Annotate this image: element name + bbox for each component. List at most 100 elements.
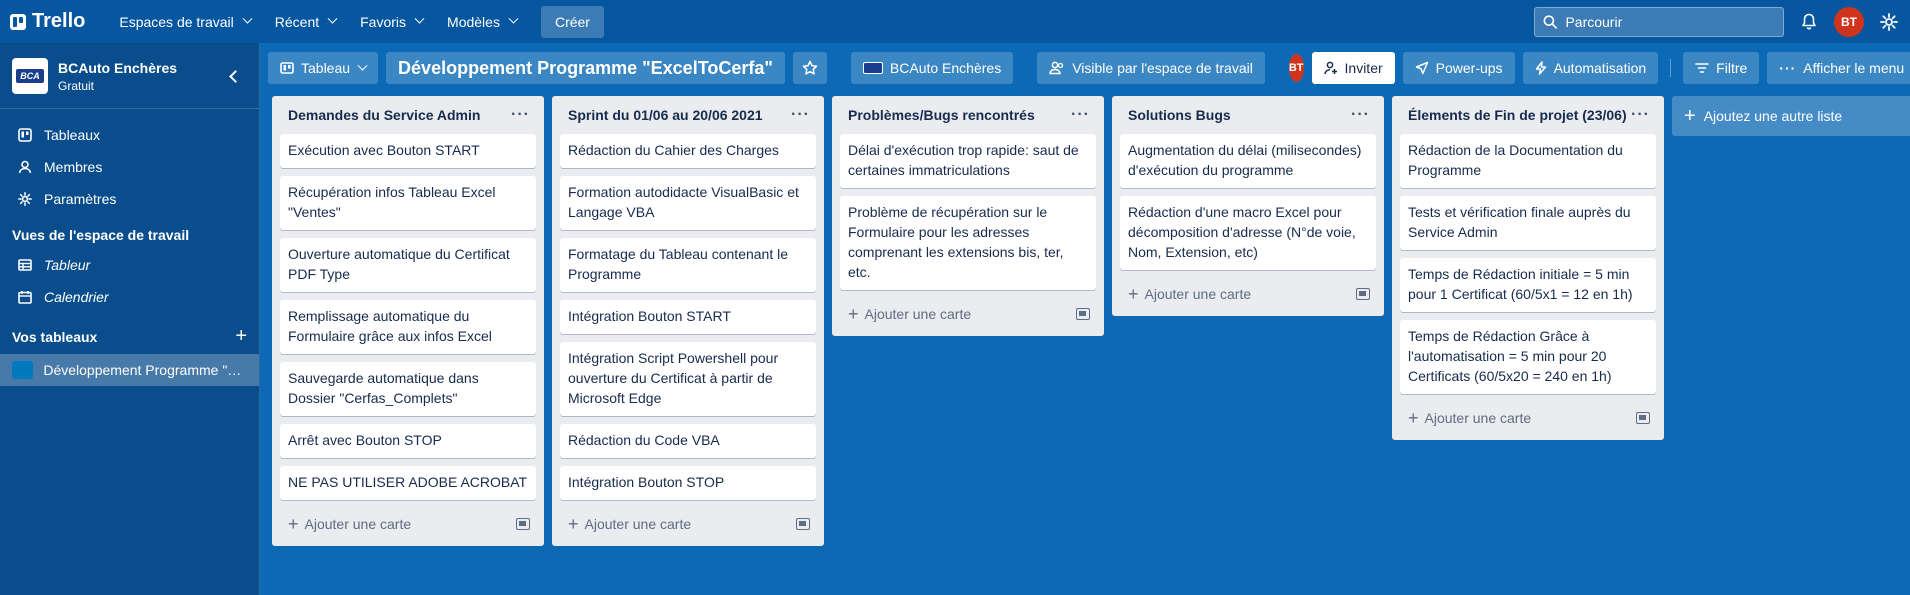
sidebar-item-boards[interactable]: Tableaux xyxy=(0,119,259,151)
card[interactable]: Sauvegarde automatique dans Dossier "Cer… xyxy=(280,362,536,416)
card[interactable]: Temps de Rédaction initiale = 5 min pour… xyxy=(1400,258,1656,312)
list-actions-icon[interactable]: ··· xyxy=(791,106,810,124)
sidebar-item-table-view[interactable]: Tableur xyxy=(0,249,259,281)
card[interactable]: Récupération infos Tableau Excel "Ventes… xyxy=(280,176,536,230)
card[interactable]: Rédaction du Code VBA xyxy=(560,424,816,458)
add-card-button[interactable]: + Ajouter une carte xyxy=(560,508,816,540)
sidebar-item-label: Tableaux xyxy=(44,127,101,143)
invite-label: Inviter xyxy=(1344,60,1383,76)
trello-logo[interactable]: Trello xyxy=(10,10,85,33)
add-card-label: Ajouter une carte xyxy=(584,516,692,532)
list-title[interactable]: Problèmes/Bugs rencontrés xyxy=(848,107,1035,123)
sidebar-board-item[interactable]: Développement Programme "E... xyxy=(0,354,259,386)
invite-button[interactable]: Inviter xyxy=(1311,52,1395,84)
add-card-button[interactable]: + Ajouter une carte xyxy=(280,508,536,540)
board-member-avatar[interactable]: BT xyxy=(1288,54,1304,82)
add-list-button[interactable]: + Ajoutez une autre liste xyxy=(1672,96,1910,136)
workspace-button-label: BCAuto Enchères xyxy=(889,60,1002,76)
add-card-button[interactable]: + Ajouter une carte xyxy=(1400,402,1656,434)
rocket-icon xyxy=(1415,61,1428,75)
powerups-button[interactable]: Power-ups xyxy=(1402,52,1515,84)
card[interactable]: Temps de Rédaction Grâce à l'automatisat… xyxy=(1400,320,1656,394)
list-actions-icon[interactable]: ··· xyxy=(1631,106,1650,124)
board-title[interactable]: Développement Programme "ExcelToCerfa" xyxy=(386,52,785,84)
show-menu-button[interactable]: ··· Afficher le menu xyxy=(1767,52,1910,84)
card[interactable]: Arrêt avec Bouton STOP xyxy=(280,424,536,458)
list-actions-icon[interactable]: ··· xyxy=(1071,106,1090,124)
list-actions-icon[interactable]: ··· xyxy=(511,106,530,124)
nav-favorites[interactable]: Favoris xyxy=(348,6,435,38)
settings-gear-icon[interactable] xyxy=(1878,11,1900,33)
plus-icon: + xyxy=(1128,283,1139,304)
card-template-icon[interactable] xyxy=(516,518,530,530)
workspace-name[interactable]: BCAuto Enchères xyxy=(58,60,177,76)
list-title[interactable]: Élements de Fin de projet (23/06) xyxy=(1408,107,1627,123)
list: Demandes du Service Admin ··· Exécution … xyxy=(272,96,544,546)
sidebar-item-members[interactable]: Membres xyxy=(0,151,259,183)
board-view-icon xyxy=(280,62,294,74)
card[interactable]: Intégration Bouton START xyxy=(560,300,816,334)
card[interactable]: Intégration Bouton STOP xyxy=(560,466,816,500)
card[interactable]: Formatage du Tableau contenant le Progra… xyxy=(560,238,816,292)
star-board-button[interactable] xyxy=(792,52,827,84)
add-board-plus-icon[interactable]: + xyxy=(235,325,247,348)
workspace-plan: Gratuit xyxy=(58,78,95,93)
list-header[interactable]: Élements de Fin de projet (23/06) ··· xyxy=(1400,96,1656,134)
card[interactable]: Rédaction d'une macro Excel pour décompo… xyxy=(1120,196,1376,270)
card[interactable]: Rédaction de la Documentation du Program… xyxy=(1400,134,1656,188)
filter-label: Filtre xyxy=(1716,60,1748,76)
card[interactable]: NE PAS UTILISER ADOBE ACROBAT xyxy=(280,466,536,500)
add-list-label: Ajoutez une autre liste xyxy=(1703,108,1843,124)
add-card-button[interactable]: + Ajouter une carte xyxy=(1120,278,1376,310)
card[interactable]: Tests et vérification finale auprès du S… xyxy=(1400,196,1656,250)
nav-recent[interactable]: Récent xyxy=(263,6,348,38)
user-avatar[interactable]: BT xyxy=(1834,6,1864,37)
automation-button[interactable]: Automatisation xyxy=(1522,52,1659,84)
card[interactable]: Problème de récupération sur le Formulai… xyxy=(840,196,1096,290)
notifications-bell-icon[interactable] xyxy=(1798,11,1820,33)
workspace-button[interactable]: BCAuto Enchères xyxy=(850,52,1014,84)
visibility-button[interactable]: Visible par l'espace de travail xyxy=(1037,52,1265,84)
list: Sprint du 01/06 au 20/06 2021 ··· Rédact… xyxy=(552,96,824,546)
chevron-down-icon xyxy=(327,13,338,24)
plus-icon: + xyxy=(848,303,859,324)
card-template-icon[interactable] xyxy=(1356,288,1370,300)
card[interactable]: Exécution avec Bouton START xyxy=(280,134,536,168)
card-template-icon[interactable] xyxy=(1076,308,1090,320)
card[interactable]: Rédaction du Cahier des Charges xyxy=(560,134,816,168)
list-header[interactable]: Sprint du 01/06 au 20/06 2021 ··· xyxy=(560,96,816,134)
filter-button[interactable]: Filtre xyxy=(1683,52,1760,84)
create-button[interactable]: Créer xyxy=(540,5,604,38)
nav-templates[interactable]: Modèles xyxy=(435,6,529,38)
sidebar-item-label: Membres xyxy=(44,159,103,175)
workspace-mini-logo xyxy=(862,62,883,74)
sidebar-item-calendar-view[interactable]: Calendrier xyxy=(0,281,259,313)
plus-icon: + xyxy=(1684,104,1696,127)
card[interactable]: Délai d'exécution trop rapide: saut de c… xyxy=(840,134,1096,188)
card[interactable]: Formation autodidacte VisualBasic et Lan… xyxy=(560,176,816,230)
list-header[interactable]: Demandes du Service Admin ··· xyxy=(280,96,536,134)
visibility-people-icon xyxy=(1049,61,1064,75)
view-switcher-button[interactable]: Tableau xyxy=(268,52,379,84)
nav-workspaces[interactable]: Espaces de travail xyxy=(107,6,262,38)
collapse-sidebar-icon[interactable] xyxy=(223,64,247,88)
card[interactable]: Ouverture automatique du Certificat PDF … xyxy=(280,238,536,292)
card[interactable]: Remplissage automatique du Formulaire gr… xyxy=(280,300,536,354)
list-actions-icon[interactable]: ··· xyxy=(1351,106,1370,124)
add-card-button[interactable]: + Ajouter une carte xyxy=(840,298,1096,330)
search-input[interactable] xyxy=(1565,13,1775,30)
card[interactable]: Augmentation du délai (milisecondes) d'e… xyxy=(1120,134,1376,188)
search-box[interactable] xyxy=(1534,6,1784,37)
card-template-icon[interactable] xyxy=(1636,412,1650,424)
card-template-icon[interactable] xyxy=(796,518,810,530)
list-header[interactable]: Solutions Bugs ··· xyxy=(1120,96,1376,134)
header-divider xyxy=(1670,59,1672,77)
list-title[interactable]: Demandes du Service Admin xyxy=(288,107,480,123)
your-boards-heading-label: Vos tableaux xyxy=(12,328,98,345)
list-title[interactable]: Solutions Bugs xyxy=(1128,107,1231,123)
sidebar-item-settings[interactable]: Paramètres xyxy=(0,183,259,215)
list-header[interactable]: Problèmes/Bugs rencontrés ··· xyxy=(840,96,1096,134)
card[interactable]: Intégration Script Powershell pour ouver… xyxy=(560,342,816,416)
sidebar-item-label: Paramètres xyxy=(44,191,117,207)
list-title[interactable]: Sprint du 01/06 au 20/06 2021 xyxy=(568,107,763,123)
